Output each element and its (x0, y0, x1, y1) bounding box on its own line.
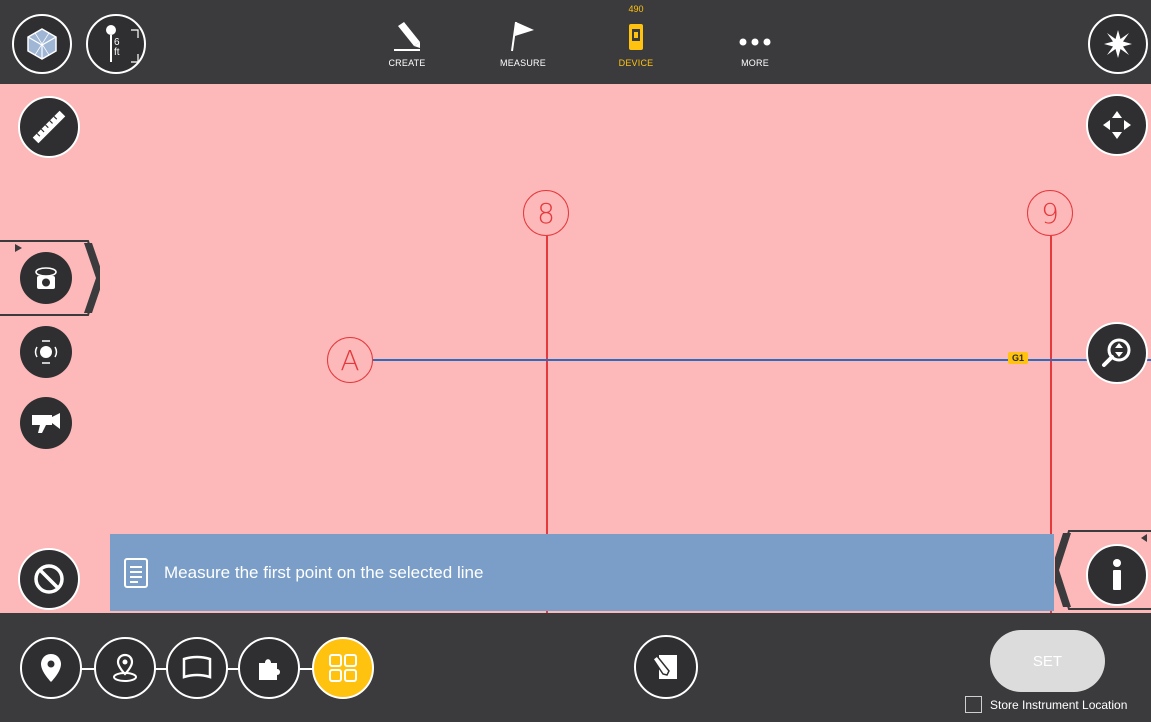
pencil-icon (394, 22, 420, 51)
rotate-camera-icon (35, 267, 57, 289)
device-badge: 490 (628, 4, 644, 14)
cancel-button[interactable] (18, 548, 80, 610)
area-button[interactable] (166, 637, 228, 699)
measure-tool-button[interactable] (18, 96, 80, 158)
grid-line-a-selected[interactable] (373, 359, 1151, 361)
location-button[interactable] (94, 637, 156, 699)
create-tab[interactable]: CREATE (372, 8, 442, 68)
measure-label: MEASURE (500, 58, 546, 68)
video-camera-icon (32, 413, 60, 433)
store-location-checkbox[interactable] (965, 696, 982, 713)
grid-bubble-9[interactable]: 9 (1027, 190, 1073, 236)
device-tab[interactable]: 490 DEVICE (601, 4, 671, 68)
instruction-text: Measure the first point on the selected … (164, 562, 484, 582)
burst-icon (1104, 30, 1132, 58)
height-bracket-icon (131, 29, 139, 63)
point-marker-button[interactable] (20, 637, 82, 699)
more-label: MORE (741, 58, 769, 68)
grid-icon (329, 654, 357, 682)
grid-bubble-8[interactable]: 8 (523, 190, 569, 236)
total-station-icon (629, 24, 643, 50)
surface-icon (182, 655, 212, 679)
zoom-button[interactable] (1086, 322, 1148, 384)
plugin-button[interactable] (238, 637, 300, 699)
pan-button[interactable] (1086, 94, 1148, 156)
rod-height-unit: ft (114, 47, 120, 58)
notes-button[interactable] (634, 635, 698, 699)
flag-icon (511, 21, 534, 52)
store-location-label: Store Instrument Location (990, 697, 1128, 712)
document-icon (124, 557, 148, 588)
grid-layout-button[interactable] (312, 637, 374, 699)
video-button[interactable] (20, 397, 72, 449)
3d-view-button[interactable] (12, 14, 72, 74)
remote-control-icon (34, 340, 58, 364)
rod-height-button[interactable]: 6 ft (86, 14, 146, 74)
map-marker-icon (41, 654, 61, 682)
note-edit-icon (651, 654, 677, 679)
ruler-icon (32, 110, 66, 144)
create-label: CREATE (388, 58, 426, 68)
camera-rotate-button[interactable] (20, 252, 72, 304)
move-arrows-icon (1103, 111, 1131, 139)
info-button[interactable] (1086, 544, 1148, 606)
joystick-button[interactable] (20, 326, 72, 378)
instruction-banner: Measure the first point on the selected … (110, 534, 1054, 611)
store-instrument-location[interactable]: Store Instrument Location (965, 696, 1127, 713)
measure-tab[interactable]: MEASURE (488, 8, 558, 68)
grid-bubble-a[interactable]: A (327, 337, 373, 383)
info-icon (1113, 559, 1121, 590)
set-button[interactable]: SET (990, 630, 1105, 692)
cube-icon (27, 28, 57, 60)
more-tab[interactable]: MORE (720, 8, 790, 68)
device-label: DEVICE (618, 58, 654, 68)
g1-point-tag[interactable]: G1 (1008, 352, 1029, 364)
more-dots-icon (739, 38, 771, 46)
prohibited-icon (34, 564, 64, 594)
location-pin-icon (113, 653, 137, 682)
puzzle-icon (259, 659, 280, 680)
laser-pointer-button[interactable] (1088, 14, 1148, 74)
magnifier-icon (1102, 338, 1131, 367)
top-toolbar: 6 ft CREATE MEASURE 490 DEVICE MORE (0, 0, 1151, 84)
